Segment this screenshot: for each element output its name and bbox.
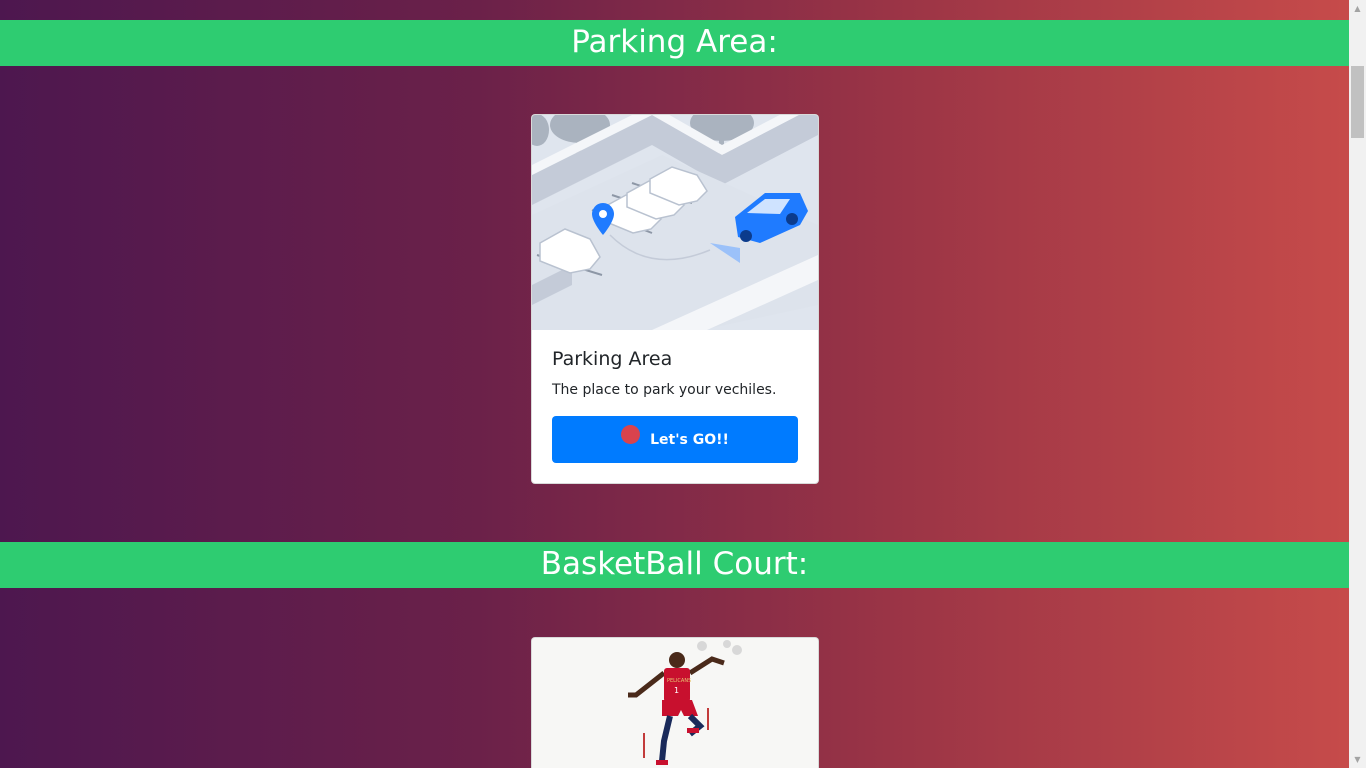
parking-lot-illustration: [532, 115, 818, 330]
jersey-text: PELICANS: [667, 678, 691, 684]
card-body: Parking Area The place to park your vech…: [532, 330, 818, 483]
button-label: Let's GO!!: [650, 431, 729, 448]
scroll-thumb[interactable]: [1351, 66, 1364, 138]
parking-card: Parking Area The place to park your vech…: [531, 114, 819, 484]
section-title: Parking Area:: [571, 24, 778, 60]
record-dot-icon: [621, 425, 641, 444]
section-header-parking: Parking Area:: [0, 20, 1349, 66]
scroll-down-icon[interactable]: ▼: [1349, 751, 1366, 768]
card-title: Parking Area: [552, 348, 673, 370]
scroll-up-icon[interactable]: ▲: [1349, 0, 1366, 17]
vertical-scrollbar[interactable]: ▲ ▼: [1349, 0, 1366, 768]
svg-text:1: 1: [674, 686, 679, 695]
page: Parking Area: Parking Area The place to …: [0, 0, 1349, 768]
lets-go-button[interactable]: Let's GO!!: [552, 416, 798, 463]
basketball-player-illustration: PELICANS 1: [532, 638, 818, 768]
card-text: The place to park your vechiles.: [552, 382, 777, 398]
section-title: BasketBall Court:: [540, 546, 809, 582]
basketball-card: PELICANS 1: [531, 637, 819, 768]
section-header-basketball: BasketBall Court:: [0, 542, 1349, 588]
